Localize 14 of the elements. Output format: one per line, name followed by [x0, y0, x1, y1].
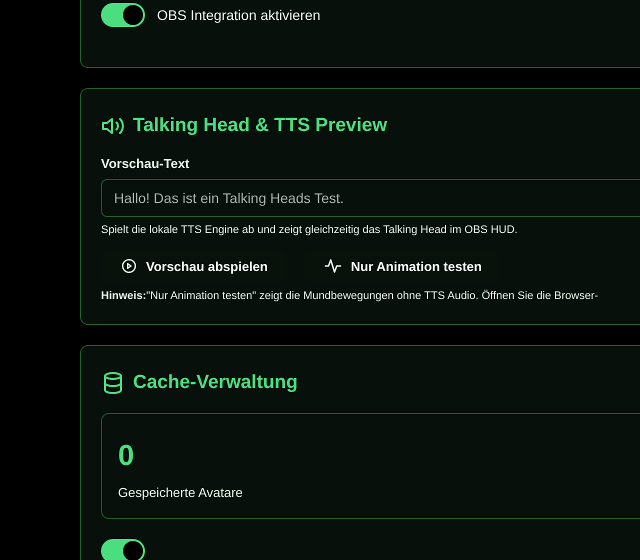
help-text: Spielt die lokale TTS Engine ab und zeigt gleichzeitig das Talking Head im OBS HUD.	[101, 224, 519, 236]
hint-text: Hinweis:"Nur Animation testen" zeigt die Mundbewegungen ohne TTS Audio. Öffnen Sie die Browser-	[101, 290, 600, 302]
card-title: Cache-Verwaltung	[133, 372, 298, 394]
field-label: Vorschau-Text	[101, 156, 190, 171]
toggle-label: OBS Integration aktivieren	[157, 7, 320, 23]
text-field[interactable]: Hallo! Das ist ein Talking Heads Test.	[101, 179, 640, 217]
stat-label: Gespeicherte Avatare	[118, 485, 244, 500]
toggle-switch[interactable]	[101, 539, 145, 560]
card-title: Talking Head & TTS Preview	[133, 115, 388, 137]
stat-value: 0	[118, 440, 136, 473]
play-circle-icon	[121, 258, 137, 274]
toggle-switch[interactable]	[101, 3, 145, 27]
pulse-icon	[324, 257, 342, 275]
database-icon	[101, 371, 125, 395]
